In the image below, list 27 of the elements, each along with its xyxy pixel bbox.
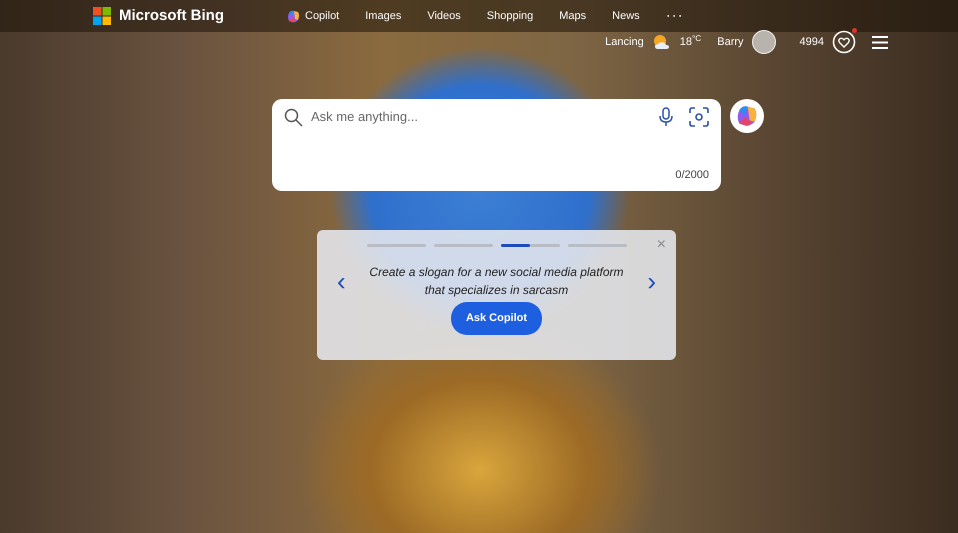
logo-text[interactable]: Microsoft Bing bbox=[119, 4, 224, 28]
microphone-icon[interactable] bbox=[659, 107, 673, 127]
visual-search-icon[interactable] bbox=[689, 107, 709, 127]
points-count[interactable]: 4994 bbox=[800, 34, 824, 50]
nav-link[interactable]: News bbox=[599, 4, 653, 28]
ask-copilot-button[interactable]: Ask Copilot bbox=[450, 302, 542, 334]
menu-icon[interactable] bbox=[872, 36, 888, 48]
weather-icon[interactable] bbox=[652, 34, 672, 50]
nav-link[interactable]: Copilot bbox=[274, 4, 352, 28]
avatar-circle[interactable] bbox=[752, 30, 776, 54]
user-name[interactable]: Barry bbox=[717, 34, 744, 50]
location-text[interactable]: Lancing bbox=[605, 34, 644, 50]
next-button[interactable]: › bbox=[645, 268, 658, 294]
character-counter: 0/2000 bbox=[675, 168, 709, 182]
nav-link[interactable]: Maps bbox=[546, 4, 600, 28]
copilot-icon bbox=[287, 10, 300, 22]
copilot-button[interactable] bbox=[730, 99, 764, 133]
search-icon[interactable] bbox=[284, 108, 303, 126]
suggestion-text: Create a slogan for a new social media platform that specializes in sarcasm bbox=[368, 264, 625, 299]
nav-link[interactable]: Videos bbox=[414, 4, 474, 28]
nav-link[interactable]: ··· bbox=[652, 4, 697, 28]
windows-logo-icon[interactable] bbox=[93, 7, 111, 25]
previous-button[interactable]: ‹ bbox=[335, 268, 348, 294]
nav-link[interactable]: Images bbox=[352, 4, 414, 28]
nav-link[interactable]: Shopping bbox=[474, 4, 546, 28]
temperature-text[interactable]: 18$^{°C}$ bbox=[680, 34, 702, 50]
copilot-icon bbox=[736, 105, 758, 127]
